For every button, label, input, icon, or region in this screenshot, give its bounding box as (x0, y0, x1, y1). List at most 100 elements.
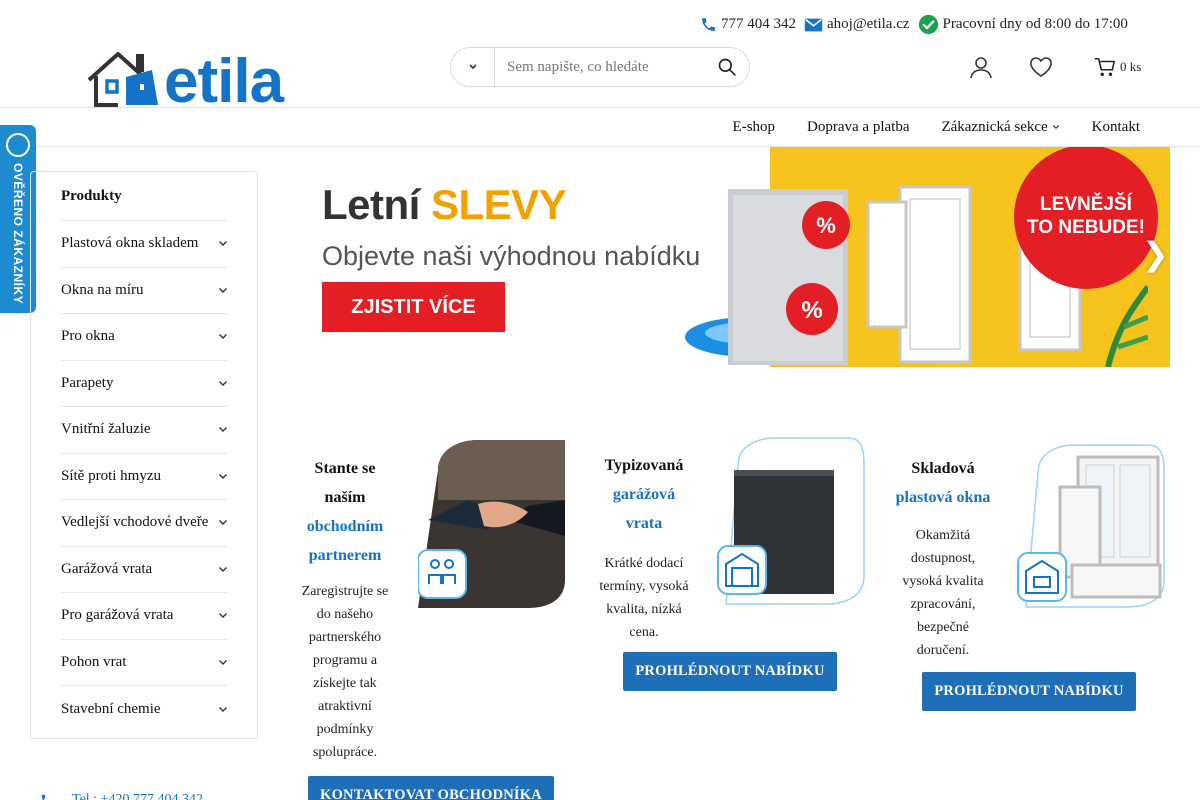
cart-button[interactable]: 0 ks (1094, 56, 1141, 78)
sidebar-item-label: Vedlejší vchodové dveře (61, 514, 209, 531)
chevron-down-icon[interactable] (218, 473, 228, 480)
nav-shipping-payment[interactable]: Doprava a platba (807, 119, 909, 136)
phone-icon (41, 794, 46, 800)
contact-sales-button[interactable]: KONTAKTOVAT OBCHODNÍKA (308, 776, 554, 800)
card-title: Stante se naším obchodním partnerem (296, 454, 394, 570)
sidebar-item[interactable]: Plastová okna skladem (61, 221, 228, 268)
sidebar-item[interactable]: Garážová vrata (61, 547, 228, 593)
sidebar-item-label: Pro okna (61, 328, 115, 345)
card-title-black: Typizovaná (604, 457, 684, 474)
chevron-down-icon[interactable] (218, 380, 228, 387)
check-circle-icon (918, 14, 938, 35)
nav-customer-section[interactable]: Zákaznická sekce (941, 119, 1059, 136)
card-text: Krátké dodací termíny, vysoká kvalita, n… (599, 556, 689, 640)
sidebar-item[interactable]: Vnitřní žaluzie (61, 407, 228, 454)
sidebar-item[interactable]: Pro okna (61, 314, 228, 361)
nav-eshop[interactable]: E-shop (733, 119, 776, 136)
card-title: Skladová plastová okna (894, 454, 992, 512)
sidebar-item-label: Okna na míru (61, 281, 144, 298)
banner-subtitle: Objevte naši výhodnou nabídku (322, 241, 701, 271)
card-title-black: Skladová (911, 460, 975, 477)
sidebar-item[interactable]: Vedlejší vchodové dveře (61, 500, 228, 547)
chevron-down-icon[interactable] (218, 706, 228, 713)
sidebar-item-label: Parapety (61, 374, 114, 391)
banner-discount-badge: LEVNĚJŠÍ TO NEBUDE! (1014, 147, 1158, 289)
chevron-down-icon[interactable] (218, 612, 228, 619)
sidebar-title: Produkty (61, 172, 228, 221)
email-contact[interactable]: ahoj@etila.cz (804, 16, 910, 33)
chevron-down-icon[interactable] (218, 333, 228, 340)
hours-text: Pracovní dny od 8:00 do 17:00 (942, 16, 1128, 32)
search-category-dropdown[interactable] (451, 48, 495, 86)
search-input[interactable] (495, 48, 705, 86)
sidebar-phone-text: Tel.: +420 777 404 342 (72, 792, 203, 800)
svg-text:%: % (816, 213, 836, 238)
house-logo-icon (87, 52, 158, 107)
chevron-down-icon[interactable] (218, 426, 228, 433)
banner-next-arrow-icon[interactable]: ❯ (1142, 235, 1169, 273)
product-sidebar: Produkty Plastová okna skladem Okna na mí… (30, 171, 258, 739)
heart-icon (1030, 57, 1052, 77)
user-icon (970, 57, 992, 79)
chevron-down-icon (1052, 124, 1059, 130)
phone-icon (702, 18, 715, 31)
site-logo[interactable]: etila (86, 47, 284, 116)
card-title: Typizovaná garážová vrata (596, 451, 692, 538)
sidebar-item-label: Plastová okna skladem (61, 235, 199, 252)
promo-card-partner: Stante se naším obchodním partnerem Zare… (296, 454, 394, 764)
search-bar (450, 47, 750, 87)
chevron-down-icon[interactable] (218, 287, 228, 294)
email-address: ahoj@etila.cz (827, 16, 910, 32)
account-button[interactable] (968, 54, 994, 80)
sidebar-item[interactable]: Sítě proti hmyzu (61, 454, 228, 500)
promo-card-windows: Skladová plastová okna Okamžitá dostupno… (894, 454, 992, 662)
sidebar-item[interactable]: Stavební chemie (61, 686, 228, 733)
windows-image (1017, 444, 1165, 608)
sidebar-item[interactable]: Okna na míru (61, 268, 228, 314)
sidebar-item-label: Garážová vrata (61, 560, 153, 577)
sidebar-item-label: Vnitřní žaluzie (61, 421, 151, 438)
banner-cta-button[interactable]: ZJISTIT VÍCE (322, 282, 505, 332)
chevron-down-icon[interactable] (218, 566, 228, 573)
chevron-down-icon (468, 64, 477, 70)
sidebar-item-label: Stavební chemie (61, 700, 161, 717)
mail-icon (804, 18, 823, 31)
chevron-down-icon[interactable] (218, 659, 228, 666)
banner-headline-b: SLEVY (431, 181, 567, 228)
cart-icon (1094, 57, 1115, 76)
contact-bar: 777 404 342 ahoj@etila.cz Pracovní dny o… (700, 14, 1136, 35)
badge-line-1: LEVNĚJŠÍ (1040, 194, 1132, 216)
card-text: Zaregistrujte se do našeho partnerského … (301, 584, 389, 760)
cart-count: 0 ks (1120, 59, 1142, 74)
promo-card-garage-doors: Typizovaná garážová vrata Krátké dodací … (596, 451, 692, 644)
garage-offer-button[interactable]: PROHLÉDNOUT NABÍDKU (623, 652, 837, 691)
seal-icon (6, 133, 30, 157)
chevron-down-icon[interactable] (218, 519, 228, 526)
phone-contact[interactable]: 777 404 342 (700, 16, 796, 33)
sidebar-item-label: Sítě proti hmyzu (61, 467, 161, 484)
card-title-black: Stante se naším (314, 460, 376, 506)
garage-door-image (717, 437, 865, 605)
opening-hours: Pracovní dny od 8:00 do 17:00 (918, 14, 1128, 35)
sidebar-item[interactable]: Pohon vrat (61, 640, 228, 686)
search-button[interactable] (705, 48, 749, 86)
promo-banner[interactable]: Letní SLEVY Objevte naši výhodnou nabídk… (308, 147, 1170, 367)
svg-text:%: % (801, 297, 822, 324)
sidebar-item[interactable]: Parapety (61, 361, 228, 407)
nav-customer-section-label: Zákaznická sekce (941, 118, 1048, 135)
sidebar-phone[interactable]: Tel.: +420 777 404 342 (40, 792, 203, 800)
sidebar-item-label: Pohon vrat (61, 653, 127, 670)
chevron-down-icon[interactable] (218, 240, 228, 247)
search-icon (718, 58, 736, 76)
main-nav: E-shop Doprava a platba Zákaznická sekce… (733, 108, 1140, 146)
wishlist-button[interactable] (1028, 54, 1054, 80)
sidebar-item[interactable]: Pro garážová vrata (61, 593, 228, 640)
nav-contact[interactable]: Kontakt (1092, 119, 1140, 136)
windows-offer-button[interactable]: PROHLÉDNOUT NABÍDKU (922, 672, 1136, 711)
card-title-blue: garážová vrata (612, 486, 676, 532)
card-text: Okamžitá dostupnost, vysoká kvalita zpra… (902, 528, 984, 658)
sidebar-list: Plastová okna skladem Okna na míru Pro okn… (61, 221, 228, 733)
logo-text: etila (164, 47, 284, 116)
header-actions: 0 ks (968, 54, 1141, 80)
banner-headline-a: Letní (322, 181, 420, 228)
